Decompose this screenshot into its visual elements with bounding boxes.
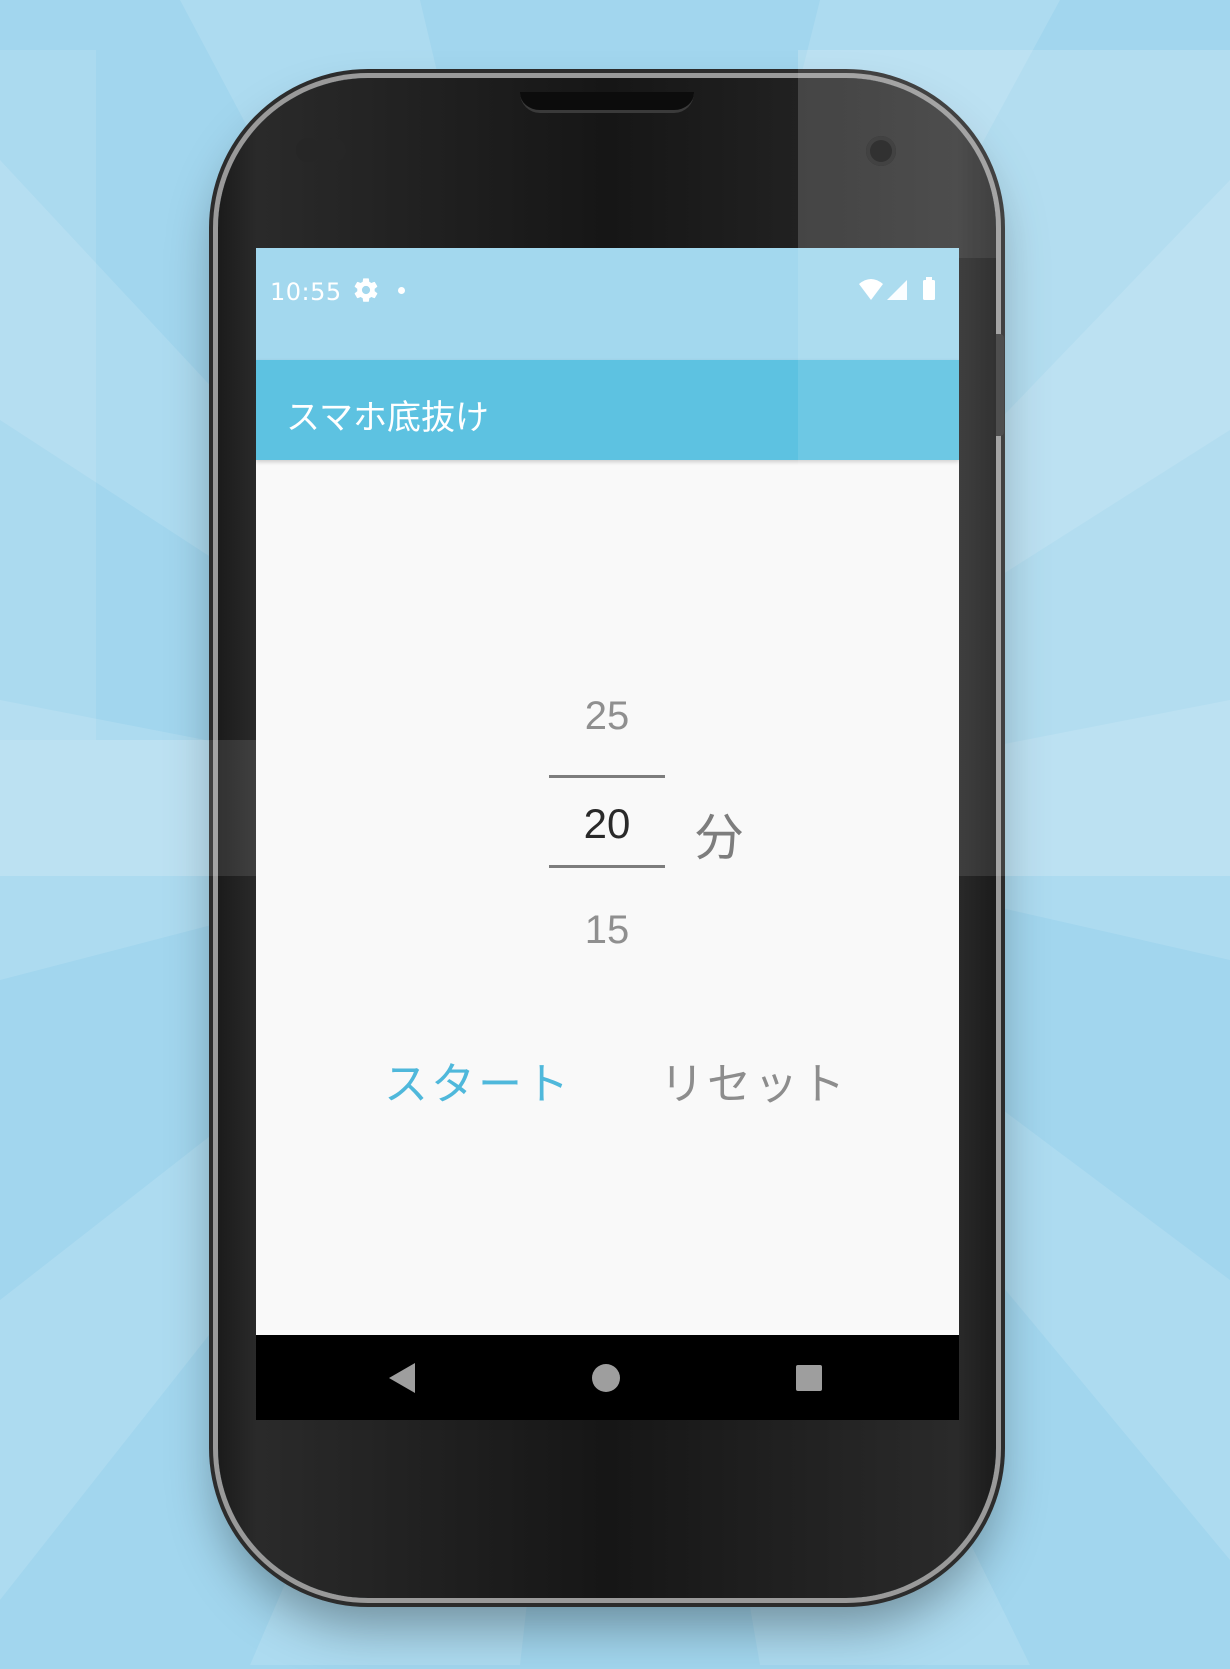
proximity-sensor — [296, 138, 320, 162]
notification-dot-icon — [398, 287, 405, 294]
picker-next-value[interactable]: 15 — [549, 908, 665, 953]
light-sensor — [322, 138, 346, 162]
earpiece-speaker — [520, 92, 694, 113]
picker-divider-top — [549, 775, 665, 778]
picker-current-value[interactable]: 20 — [549, 800, 665, 848]
front-camera — [866, 136, 896, 166]
home-icon[interactable] — [592, 1364, 620, 1392]
picker-divider-bottom — [549, 865, 665, 868]
minute-unit-label: 分 — [694, 809, 744, 867]
system-status-icons — [859, 277, 935, 300]
signal-icon — [887, 280, 907, 300]
app-title: スマホ底抜け — [286, 398, 489, 438]
status-time: 10:55 — [270, 278, 342, 306]
power-button — [996, 334, 1004, 436]
status-bar: 10:55 — [256, 248, 959, 360]
battery-icon — [923, 280, 935, 300]
recents-icon[interactable] — [796, 1365, 822, 1391]
start-button[interactable]: スタート — [384, 1048, 572, 1112]
back-icon[interactable] — [389, 1363, 415, 1393]
picker-previous-value[interactable]: 25 — [549, 694, 665, 739]
gear-icon — [354, 278, 378, 302]
app-bar: スマホ底抜け — [256, 360, 959, 460]
navigation-bar — [256, 1335, 959, 1420]
phone-screen: 10:55 スマホ底抜け 25 20 15 分 スタート リセット — [256, 248, 959, 1420]
wifi-icon — [859, 279, 883, 300]
reset-button[interactable]: リセット — [660, 1048, 848, 1112]
minute-picker[interactable]: 25 20 15 — [549, 678, 665, 978]
